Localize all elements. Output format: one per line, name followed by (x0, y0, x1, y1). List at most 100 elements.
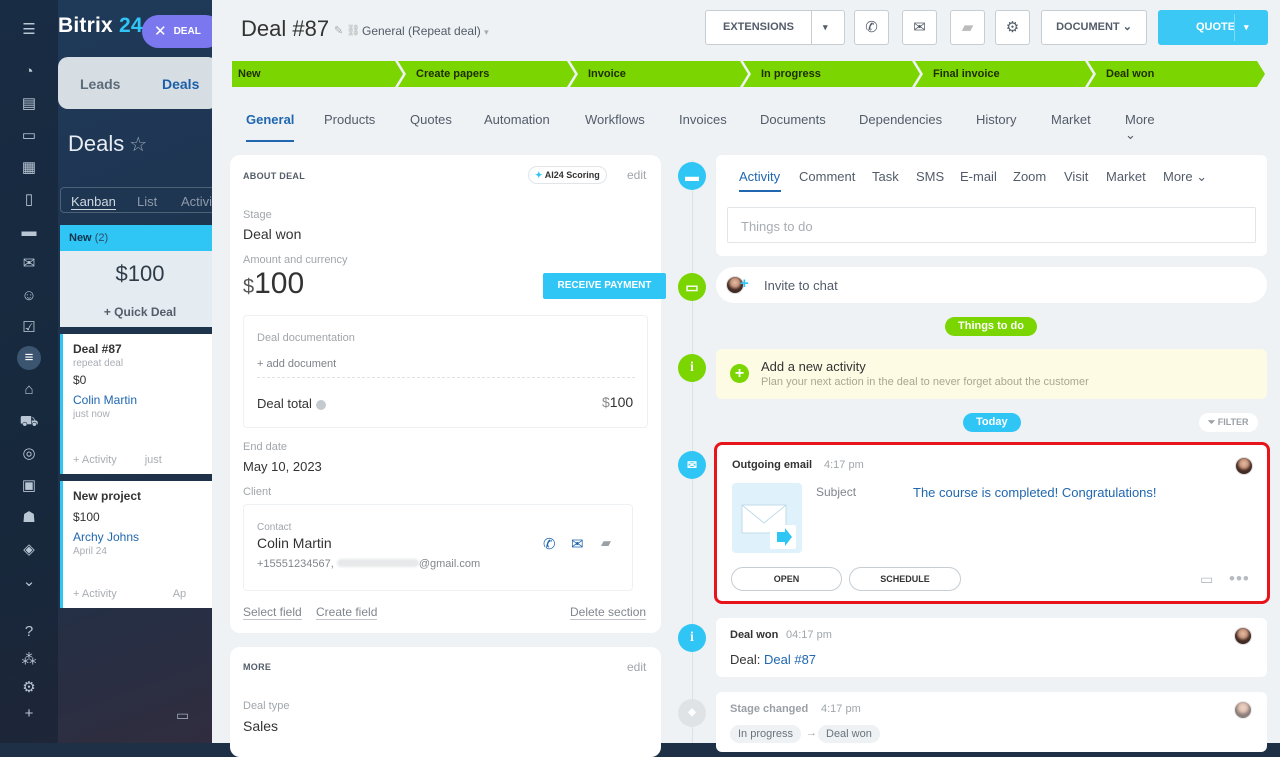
tab-general[interactable]: General (246, 112, 294, 127)
quote-button[interactable]: QUOTE ▾ (1158, 10, 1268, 45)
bank-icon[interactable]: ⌂ (17, 378, 41, 402)
schedule-button[interactable]: SCHEDULE (849, 567, 961, 591)
chat-bubbles-icon[interactable]: ▰ (950, 10, 985, 45)
tab-deals[interactable]: Deals (162, 76, 199, 92)
tab-automation[interactable]: Automation (484, 112, 550, 127)
cart-icon[interactable]: ⛟ (17, 410, 41, 434)
view-list[interactable]: List (137, 194, 157, 209)
stage-in-progress[interactable]: In progress (743, 61, 920, 87)
stage-invoice[interactable]: Invoice (570, 61, 748, 87)
phone-icon[interactable]: ✆ (854, 10, 889, 45)
help-icon[interactable]: ? (17, 620, 41, 644)
settings-icon[interactable]: ⚙ (17, 676, 41, 700)
outgoing-email-card[interactable]: Outgoing email 4:17 pm Subject The cours… (714, 442, 1270, 604)
edit-link[interactable]: edit (627, 168, 646, 182)
chat-icon[interactable]: ▰ (601, 535, 611, 551)
tab-leads[interactable]: Leads (80, 76, 120, 92)
robot-icon[interactable]: ☗ (17, 506, 41, 530)
receive-payment-button[interactable]: RECEIVE PAYMENT (543, 273, 666, 299)
stage-new[interactable]: New (232, 61, 403, 87)
card-icon[interactable]: ▣ (17, 474, 41, 498)
print-icon[interactable]: ▭ (176, 707, 189, 724)
menu-icon[interactable]: ☰ (17, 18, 41, 42)
filter-button[interactable]: ⏷ FILTER (1199, 413, 1258, 432)
tab-quotes[interactable]: Quotes (410, 112, 452, 127)
contact-name[interactable]: Colin Martin (257, 535, 332, 551)
sms-tab[interactable]: SMS (916, 169, 944, 184)
structure-icon[interactable]: ⁂ (17, 648, 41, 672)
chevron-down-icon[interactable]: ▾ (1244, 10, 1249, 45)
market-tab[interactable]: Market (1106, 169, 1146, 184)
plus-circle-icon[interactable]: + (730, 364, 749, 383)
todo-input[interactable]: Things to do (727, 207, 1256, 243)
stage-deal-won[interactable]: Deal won (1088, 61, 1265, 87)
card-activity[interactable]: + Activity just (73, 454, 162, 466)
deal-link[interactable]: Deal #87 (764, 652, 816, 667)
target-icon[interactable]: ◎ (17, 442, 41, 466)
tab-market[interactable]: Market (1051, 112, 1091, 127)
chat-icon[interactable]: ▭ (17, 124, 41, 148)
email-tab[interactable]: E-mail (960, 169, 997, 184)
documents-icon[interactable]: ▯ (17, 188, 41, 212)
edit-pencil-icon[interactable]: ✎ ⛓ (334, 24, 360, 37)
quick-deal-button[interactable]: + Quick Deal (60, 297, 220, 327)
view-kanban[interactable]: Kanban (71, 194, 116, 210)
add-activity-card[interactable]: + Add a new activity Plan your next acti… (716, 349, 1267, 399)
email-icon[interactable]: ✉ (902, 10, 937, 45)
extensions-button[interactable]: EXTENSIONS ▾ (705, 10, 845, 45)
add-icon[interactable]: + (17, 702, 41, 726)
chevron-down-icon[interactable]: ▾ (823, 11, 828, 44)
kanban-card[interactable]: Deal #87 repeat deal $0 Colin Martin jus… (60, 334, 220, 474)
tab-dependencies[interactable]: Dependencies (859, 112, 942, 127)
gear-icon[interactable]: ⚙ (995, 10, 1030, 45)
mail-icon[interactable]: ✉ (17, 252, 41, 276)
tab-products[interactable]: Products (324, 112, 375, 127)
select-field-link[interactable]: Select field (243, 605, 302, 620)
calendar-icon[interactable]: ▦ (17, 156, 41, 180)
stage-final-invoice[interactable]: Final invoice (915, 61, 1093, 87)
kanban-card[interactable]: New project $100 Archy Johns April 24 + … (60, 481, 220, 608)
comment-tab[interactable]: Comment (799, 169, 855, 184)
edit-link[interactable]: edit (627, 660, 646, 674)
more-tab[interactable]: More ⌄ (1163, 169, 1207, 185)
category-selector[interactable]: General (Repeat deal) ▾ (362, 24, 489, 38)
card-contact[interactable]: Archy Johns (73, 530, 210, 544)
more-dots-icon[interactable]: ••• (1229, 569, 1250, 589)
ai-scoring-badge[interactable]: ✦ AI24 Scoring (528, 166, 607, 184)
phone-icon[interactable]: ✆ (543, 535, 556, 553)
document-button[interactable]: DOCUMENT ⌄ (1041, 10, 1147, 45)
task-tab[interactable]: Task (872, 169, 899, 184)
activity-tab[interactable]: Activity (739, 169, 780, 184)
create-field-link[interactable]: Create field (316, 605, 378, 620)
tab-invoices[interactable]: Invoices (679, 112, 727, 127)
visit-tab[interactable]: Visit (1064, 169, 1088, 184)
open-button[interactable]: OPEN (731, 567, 842, 591)
checklist-icon[interactable]: ☑ (17, 316, 41, 340)
note-icon[interactable]: ▭ (1200, 571, 1213, 588)
zoom-tab[interactable]: Zoom (1013, 169, 1046, 184)
crm-funnel-icon[interactable]: ≡ (17, 346, 41, 370)
delete-section-link[interactable]: Delete section (570, 605, 647, 620)
info-icon[interactable] (315, 399, 326, 410)
box-icon[interactable]: ◈ (17, 538, 41, 562)
tab-workflows[interactable]: Workflows (585, 112, 645, 127)
tab-more[interactable]: More ⌄ (1125, 112, 1155, 143)
stage-create-papers[interactable]: Create papers (398, 61, 575, 87)
card-activity[interactable]: + Activity Ap (73, 588, 186, 600)
view-activity[interactable]: Activi (181, 194, 212, 209)
invite-chat-bar[interactable]: + Invite to chat (716, 267, 1267, 303)
email-icon[interactable]: ✉ (571, 535, 584, 553)
tab-documents[interactable]: Documents (760, 112, 826, 127)
contacts-icon[interactable]: ☺ (17, 284, 41, 308)
tasks-icon[interactable]: ▤ (17, 92, 41, 116)
subject-link[interactable]: The course is completed! Congratulations… (913, 485, 1157, 500)
tab-history[interactable]: History (976, 112, 1016, 127)
close-icon[interactable]: ✕ (154, 23, 167, 40)
drive-icon[interactable]: ▬ (17, 220, 41, 244)
card-contact[interactable]: Colin Martin (73, 393, 210, 407)
add-document-link[interactable]: + add document (257, 358, 336, 370)
stream-icon[interactable]: ◔ (17, 60, 41, 84)
more-down-icon[interactable]: ⌄ (17, 570, 41, 594)
star-icon[interactable]: ☆ (129, 134, 147, 156)
deal-slider-close[interactable]: ✕ DEAL (142, 15, 222, 48)
